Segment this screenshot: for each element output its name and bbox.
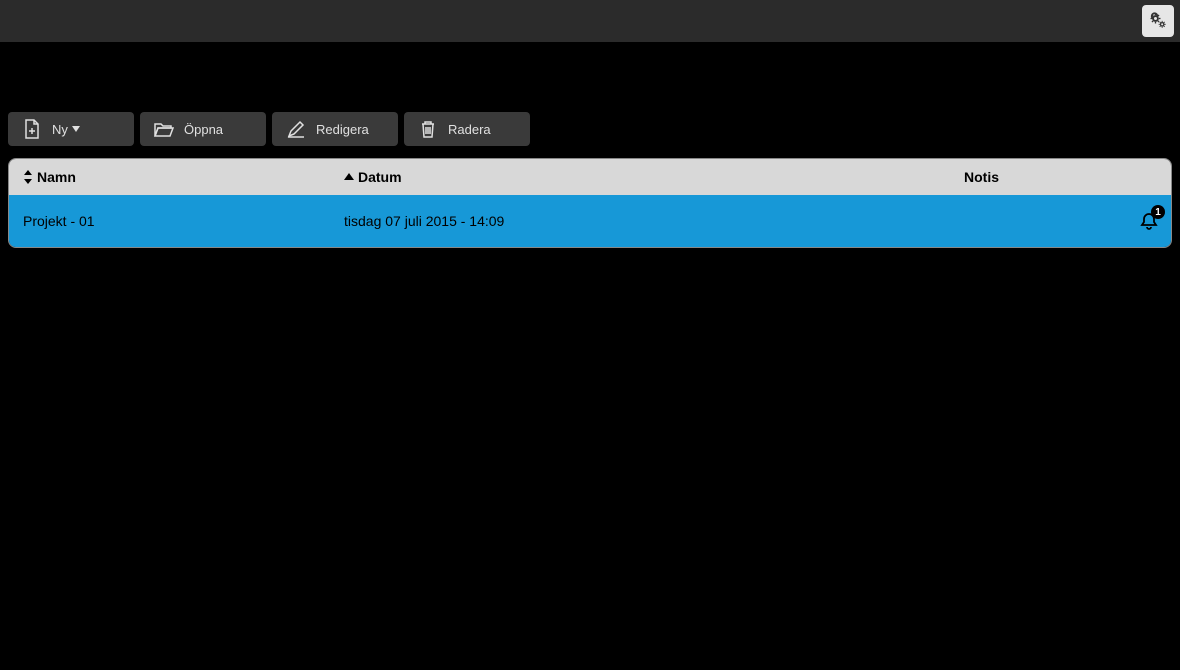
column-date-label: Datum [358, 169, 402, 185]
gears-icon [1148, 11, 1168, 31]
table-header-row: Namn Datum Notis [9, 159, 1171, 195]
edit-button-label: Redigera [316, 122, 369, 137]
notification-bell[interactable]: 1 [1139, 211, 1159, 231]
row-date-cell: tisdag 07 juli 2015 - 14:09 [344, 213, 964, 229]
project-table: Namn Datum Notis Projekt - 01 tisdag 07 … [8, 158, 1172, 248]
row-name-cell: Projekt - 01 [9, 213, 344, 229]
new-button-label: Ny [52, 122, 68, 137]
column-header-date[interactable]: Datum [344, 169, 964, 185]
delete-button[interactable]: Radera [404, 112, 530, 146]
column-header-name[interactable]: Namn [9, 169, 344, 185]
trash-icon [414, 120, 442, 138]
edit-button[interactable]: Redigera [272, 112, 398, 146]
table-row[interactable]: Projekt - 01 tisdag 07 juli 2015 - 14:09… [9, 195, 1171, 247]
delete-button-label: Radera [448, 122, 491, 137]
column-notis-label: Notis [964, 169, 999, 185]
open-button[interactable]: Öppna [140, 112, 266, 146]
chevron-down-icon [72, 126, 80, 132]
sort-icon [23, 170, 33, 184]
new-button[interactable]: Ny [8, 112, 134, 146]
open-button-label: Öppna [184, 122, 223, 137]
column-name-label: Namn [37, 169, 76, 185]
toolbar: Ny Öppna Redigera [0, 112, 1180, 146]
pencil-icon [282, 120, 310, 138]
file-plus-icon [18, 119, 46, 139]
sort-asc-icon [344, 173, 354, 181]
folder-open-icon [150, 121, 178, 137]
top-bar [0, 0, 1180, 42]
column-header-notis[interactable]: Notis [964, 169, 1171, 185]
settings-button[interactable] [1142, 5, 1174, 37]
notification-badge: 1 [1151, 205, 1165, 219]
row-notis-cell: 1 [964, 211, 1171, 231]
